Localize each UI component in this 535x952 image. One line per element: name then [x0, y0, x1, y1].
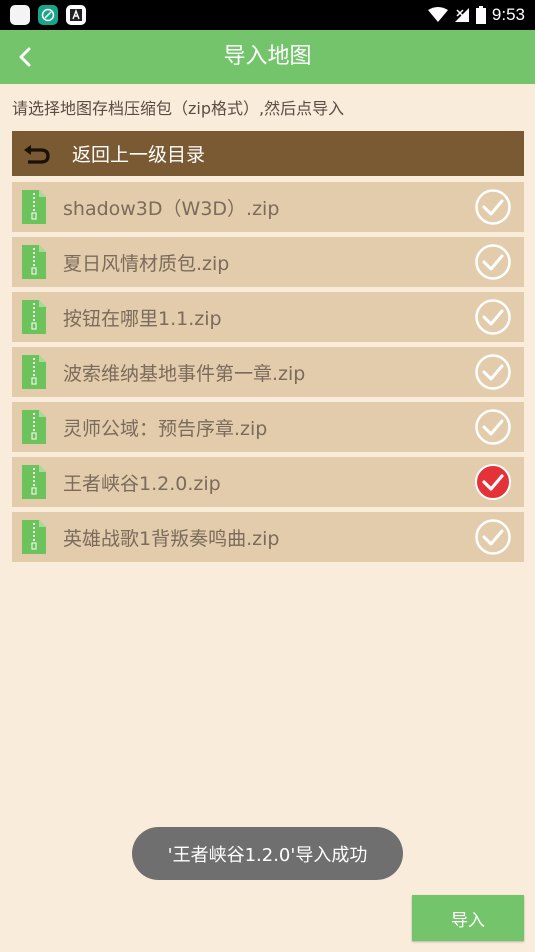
- import-button[interactable]: 导入: [412, 895, 524, 941]
- file-row[interactable]: 夏日风情材质包.zip: [12, 237, 524, 287]
- unchecked-circle-icon[interactable]: [474, 243, 512, 281]
- toast-message: '王者峡谷1.2.0'导入成功: [132, 827, 403, 880]
- zip-file-icon: [22, 245, 46, 279]
- file-row[interactable]: 英雄战歌1背叛奏鸣曲.zip: [12, 512, 524, 562]
- status-bar: 9:53: [0, 0, 535, 30]
- return-arrow-icon: [24, 144, 50, 164]
- unchecked-circle-icon[interactable]: [474, 518, 512, 556]
- unchecked-circle-icon[interactable]: [474, 408, 512, 446]
- parent-directory-row[interactable]: 返回上一级目录: [12, 131, 524, 176]
- file-row[interactable]: shadow3D（W3D）.zip: [12, 182, 524, 232]
- file-row[interactable]: 王者峡谷1.2.0.zip: [12, 457, 524, 507]
- file-name: 波索维纳基地事件第一章.zip: [63, 362, 306, 385]
- status-time: 9:53: [491, 5, 525, 24]
- zip-file-icon: [22, 300, 46, 334]
- checked-circle-icon[interactable]: [474, 463, 512, 501]
- file-list: shadow3D（W3D）.zip 夏日风情材质包.zip 按钮在哪里1.1.zip…: [12, 182, 524, 567]
- file-name: 夏日风情材质包.zip: [63, 252, 230, 275]
- file-row[interactable]: 按钮在哪里1.1.zip: [12, 292, 524, 342]
- unchecked-circle-icon[interactable]: [474, 298, 512, 336]
- wifi-icon: [427, 7, 448, 22]
- file-name: 灵师公域：预告序章.zip: [63, 417, 268, 440]
- battery-icon: [475, 6, 486, 24]
- zip-file-icon: [22, 410, 46, 444]
- instruction-text: 请选择地图存档压缩包（zip格式）,然后点导入: [12, 99, 345, 118]
- app-bar: 导入地图: [0, 30, 535, 84]
- compass-app-icon: [38, 5, 58, 25]
- parent-directory-label: 返回上一级目录: [72, 144, 206, 166]
- font-app-icon: [66, 5, 86, 25]
- file-name: 按钮在哪里1.1.zip: [63, 307, 222, 330]
- zip-file-icon: [22, 190, 46, 224]
- system-icons: 9:53: [427, 0, 525, 30]
- notification-icons: [10, 5, 86, 25]
- file-name: 王者峡谷1.2.0.zip: [63, 472, 221, 495]
- signal-icon: [454, 8, 469, 22]
- file-name: shadow3D（W3D）.zip: [63, 197, 280, 220]
- page-title: 导入地图: [223, 44, 312, 69]
- file-row[interactable]: 波索维纳基地事件第一章.zip: [12, 347, 524, 397]
- unchecked-circle-icon[interactable]: [474, 353, 512, 391]
- zip-file-icon: [22, 520, 46, 554]
- unchecked-circle-icon[interactable]: [474, 188, 512, 226]
- zip-file-icon: [22, 355, 46, 389]
- zip-file-icon: [22, 465, 46, 499]
- file-row[interactable]: 灵师公域：预告序章.zip: [12, 402, 524, 452]
- file-name: 英雄战歌1背叛奏鸣曲.zip: [63, 527, 280, 550]
- app-notification-icon: [10, 5, 30, 25]
